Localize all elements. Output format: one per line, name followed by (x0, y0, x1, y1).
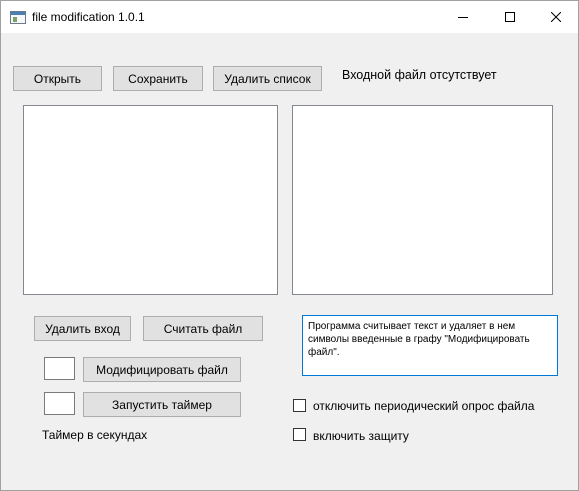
disable-polling-checkbox[interactable] (293, 399, 306, 412)
clear-list-button[interactable]: Удалить список (213, 66, 322, 91)
modify-chars-input[interactable] (44, 357, 75, 380)
enable-protection-checkbox[interactable] (293, 428, 306, 441)
maximize-button[interactable] (487, 1, 533, 33)
delete-input-button[interactable]: Удалить вход (34, 316, 131, 341)
input-file-status: Входной файл отсутствует (342, 68, 497, 82)
app-window: file modification 1.0.1 Открыть Сохранит… (0, 0, 579, 491)
timer-seconds-input[interactable] (44, 392, 75, 415)
title-bar[interactable]: file modification 1.0.1 (1, 1, 578, 33)
info-box: Программа считывает текст и удаляет в не… (302, 315, 558, 376)
close-button[interactable] (533, 1, 579, 33)
maximize-icon (505, 12, 515, 22)
output-text-box[interactable] (292, 105, 553, 295)
minimize-icon (458, 17, 468, 18)
minimize-button[interactable] (440, 1, 486, 33)
modify-file-button[interactable]: Модифицировать файл (83, 357, 241, 382)
start-timer-button[interactable]: Запустить таймер (83, 392, 241, 417)
read-file-button[interactable]: Считать файл (143, 316, 263, 341)
window-title: file modification 1.0.1 (32, 10, 145, 24)
close-icon (551, 12, 561, 22)
open-button[interactable]: Открыть (13, 66, 102, 91)
save-button[interactable]: Сохранить (113, 66, 203, 91)
input-text-box[interactable] (23, 105, 278, 295)
enable-protection-label[interactable]: включить защиту (313, 429, 409, 443)
app-icon (10, 11, 26, 24)
disable-polling-label[interactable]: отключить периодический опрос файла (313, 399, 534, 413)
timer-caption: Таймер в секундах (42, 428, 148, 442)
